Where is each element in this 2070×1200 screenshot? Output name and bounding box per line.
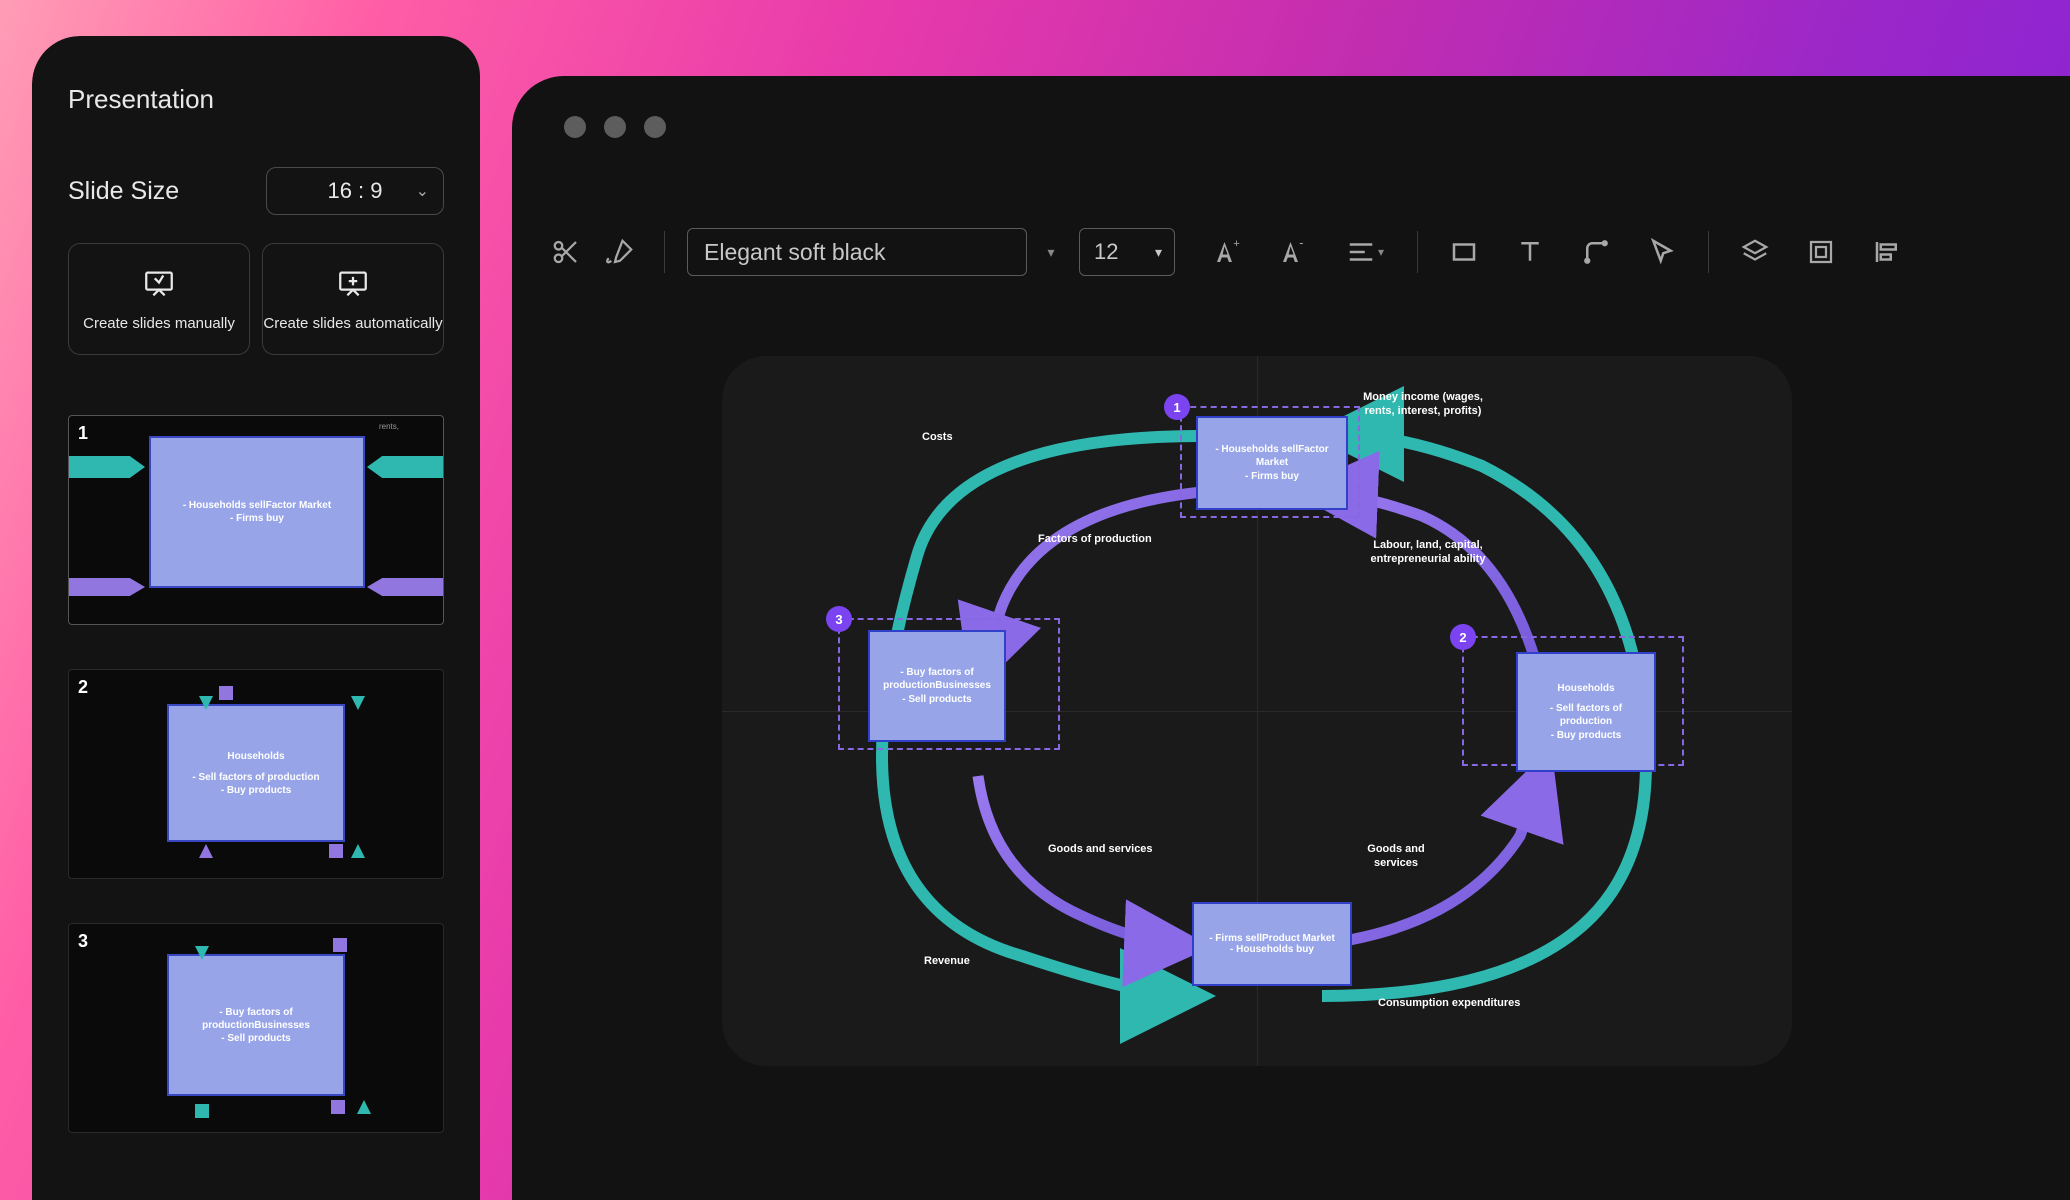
align-icon [1346, 237, 1376, 267]
thumb-number: 1 [78, 423, 88, 444]
diagram-label: Labour, land, capital, entrepreneurial a… [1358, 538, 1498, 567]
chevron-down-icon: ⌄ [416, 181, 429, 201]
paint-icon [605, 237, 635, 267]
create-manual-label: Create slides manually [83, 315, 235, 332]
window-dot-icon[interactable] [644, 116, 666, 138]
svg-text:+: + [1233, 238, 1240, 250]
decrease-font-button[interactable]: - [1269, 230, 1317, 274]
scissors-icon [551, 237, 581, 267]
style-value: Elegant soft black [704, 239, 886, 266]
cursor-icon [1647, 237, 1677, 267]
window-dot-icon[interactable] [564, 116, 586, 138]
presentation-auto-icon [336, 267, 370, 301]
group-icon [1806, 237, 1836, 267]
slide-canvas[interactable]: 1 - Households sellFactor Market - Firms… [722, 356, 1792, 1066]
editor-window: Elegant soft black ▾ 12 ▾ + - ▾ [512, 76, 2070, 1200]
layers-icon [1740, 237, 1770, 267]
thumb-number: 3 [78, 931, 88, 952]
slide-thumbnail-list: 1 - Households sellFactor Market - Firms… [68, 415, 444, 1133]
editor-toolbar: Elegant soft black ▾ 12 ▾ + - ▾ [544, 216, 2070, 288]
slide-size-label: Slide Size [68, 177, 179, 206]
diagram-label: Factors of production [1038, 532, 1152, 546]
slide-size-row: Slide Size 16 : 9 ⌄ [68, 167, 444, 215]
style-dropdown-button[interactable]: ▾ [1037, 244, 1065, 261]
node-badge: 3 [826, 606, 852, 632]
text-tool-button[interactable] [1506, 230, 1554, 274]
node-badge: 2 [1450, 624, 1476, 650]
create-slides-automatically-button[interactable]: Create slides automatically [262, 243, 444, 355]
diagram-node-bottom[interactable]: - Firms sellProduct Market - Households … [1192, 902, 1352, 986]
align-button[interactable]: ▾ [1335, 230, 1395, 274]
diagram-node-right[interactable]: 2 Households - Sell factors of productio… [1462, 636, 1684, 766]
format-painter-button[interactable] [598, 230, 642, 274]
slide-thumbnail[interactable]: 2 Households - Sell factors of productio… [68, 669, 444, 879]
diagram-label: Consumption expenditures [1378, 996, 1520, 1010]
diagram-label: Money income (wages, rents, interest, pr… [1358, 390, 1488, 419]
create-slides-manually-button[interactable]: Create slides manually [68, 243, 250, 355]
connector-tool-button[interactable] [1572, 230, 1620, 274]
connector-icon [1581, 237, 1611, 267]
window-dot-icon[interactable] [604, 116, 626, 138]
font-increase-icon: + [1212, 237, 1242, 267]
slide-size-select[interactable]: 16 : 9 ⌄ [266, 167, 444, 215]
svg-text:-: - [1299, 237, 1303, 250]
font-decrease-icon: - [1278, 237, 1308, 267]
align-left-icon [1872, 237, 1902, 267]
font-size-select[interactable]: 12 ▾ [1079, 228, 1175, 276]
align-objects-button[interactable] [1863, 230, 1911, 274]
node-badge: 1 [1164, 394, 1190, 420]
increase-font-button[interactable]: + [1203, 230, 1251, 274]
diagram-label: Costs [922, 430, 953, 444]
presentation-sidebar: Presentation Slide Size 16 : 9 ⌄ Create … [32, 36, 480, 1200]
text-icon [1515, 237, 1545, 267]
window-controls [564, 116, 666, 138]
pointer-tool-button[interactable] [1638, 230, 1686, 274]
rectangle-icon [1449, 237, 1479, 267]
chevron-down-icon: ▾ [1155, 244, 1162, 261]
group-button[interactable] [1797, 230, 1845, 274]
font-size-value: 12 [1094, 239, 1118, 265]
style-select[interactable]: Elegant soft black [687, 228, 1027, 276]
diagram-label: Revenue [924, 954, 970, 968]
create-auto-label: Create slides automatically [263, 315, 442, 332]
slide-size-value: 16 : 9 [327, 178, 382, 204]
layers-button[interactable] [1731, 230, 1779, 274]
diagram-node-left[interactable]: 3 - Buy factors of productionBusinesses … [838, 618, 1060, 750]
cut-button[interactable] [544, 230, 588, 274]
slide-thumbnail[interactable]: 3 - Buy factors of productionBusinesses … [68, 923, 444, 1133]
presentation-manual-icon [142, 267, 176, 301]
diagram-node-top[interactable]: 1 - Households sellFactor Market - Firms… [1180, 406, 1360, 518]
sidebar-title: Presentation [68, 84, 444, 115]
diagram-label: Goods and services [1048, 842, 1153, 856]
shape-rect-button[interactable] [1440, 230, 1488, 274]
diagram-label: Goods and services [1356, 842, 1436, 871]
thumb-number: 2 [78, 677, 88, 698]
slide-thumbnail[interactable]: 1 - Households sellFactor Market - Firms… [68, 415, 444, 625]
